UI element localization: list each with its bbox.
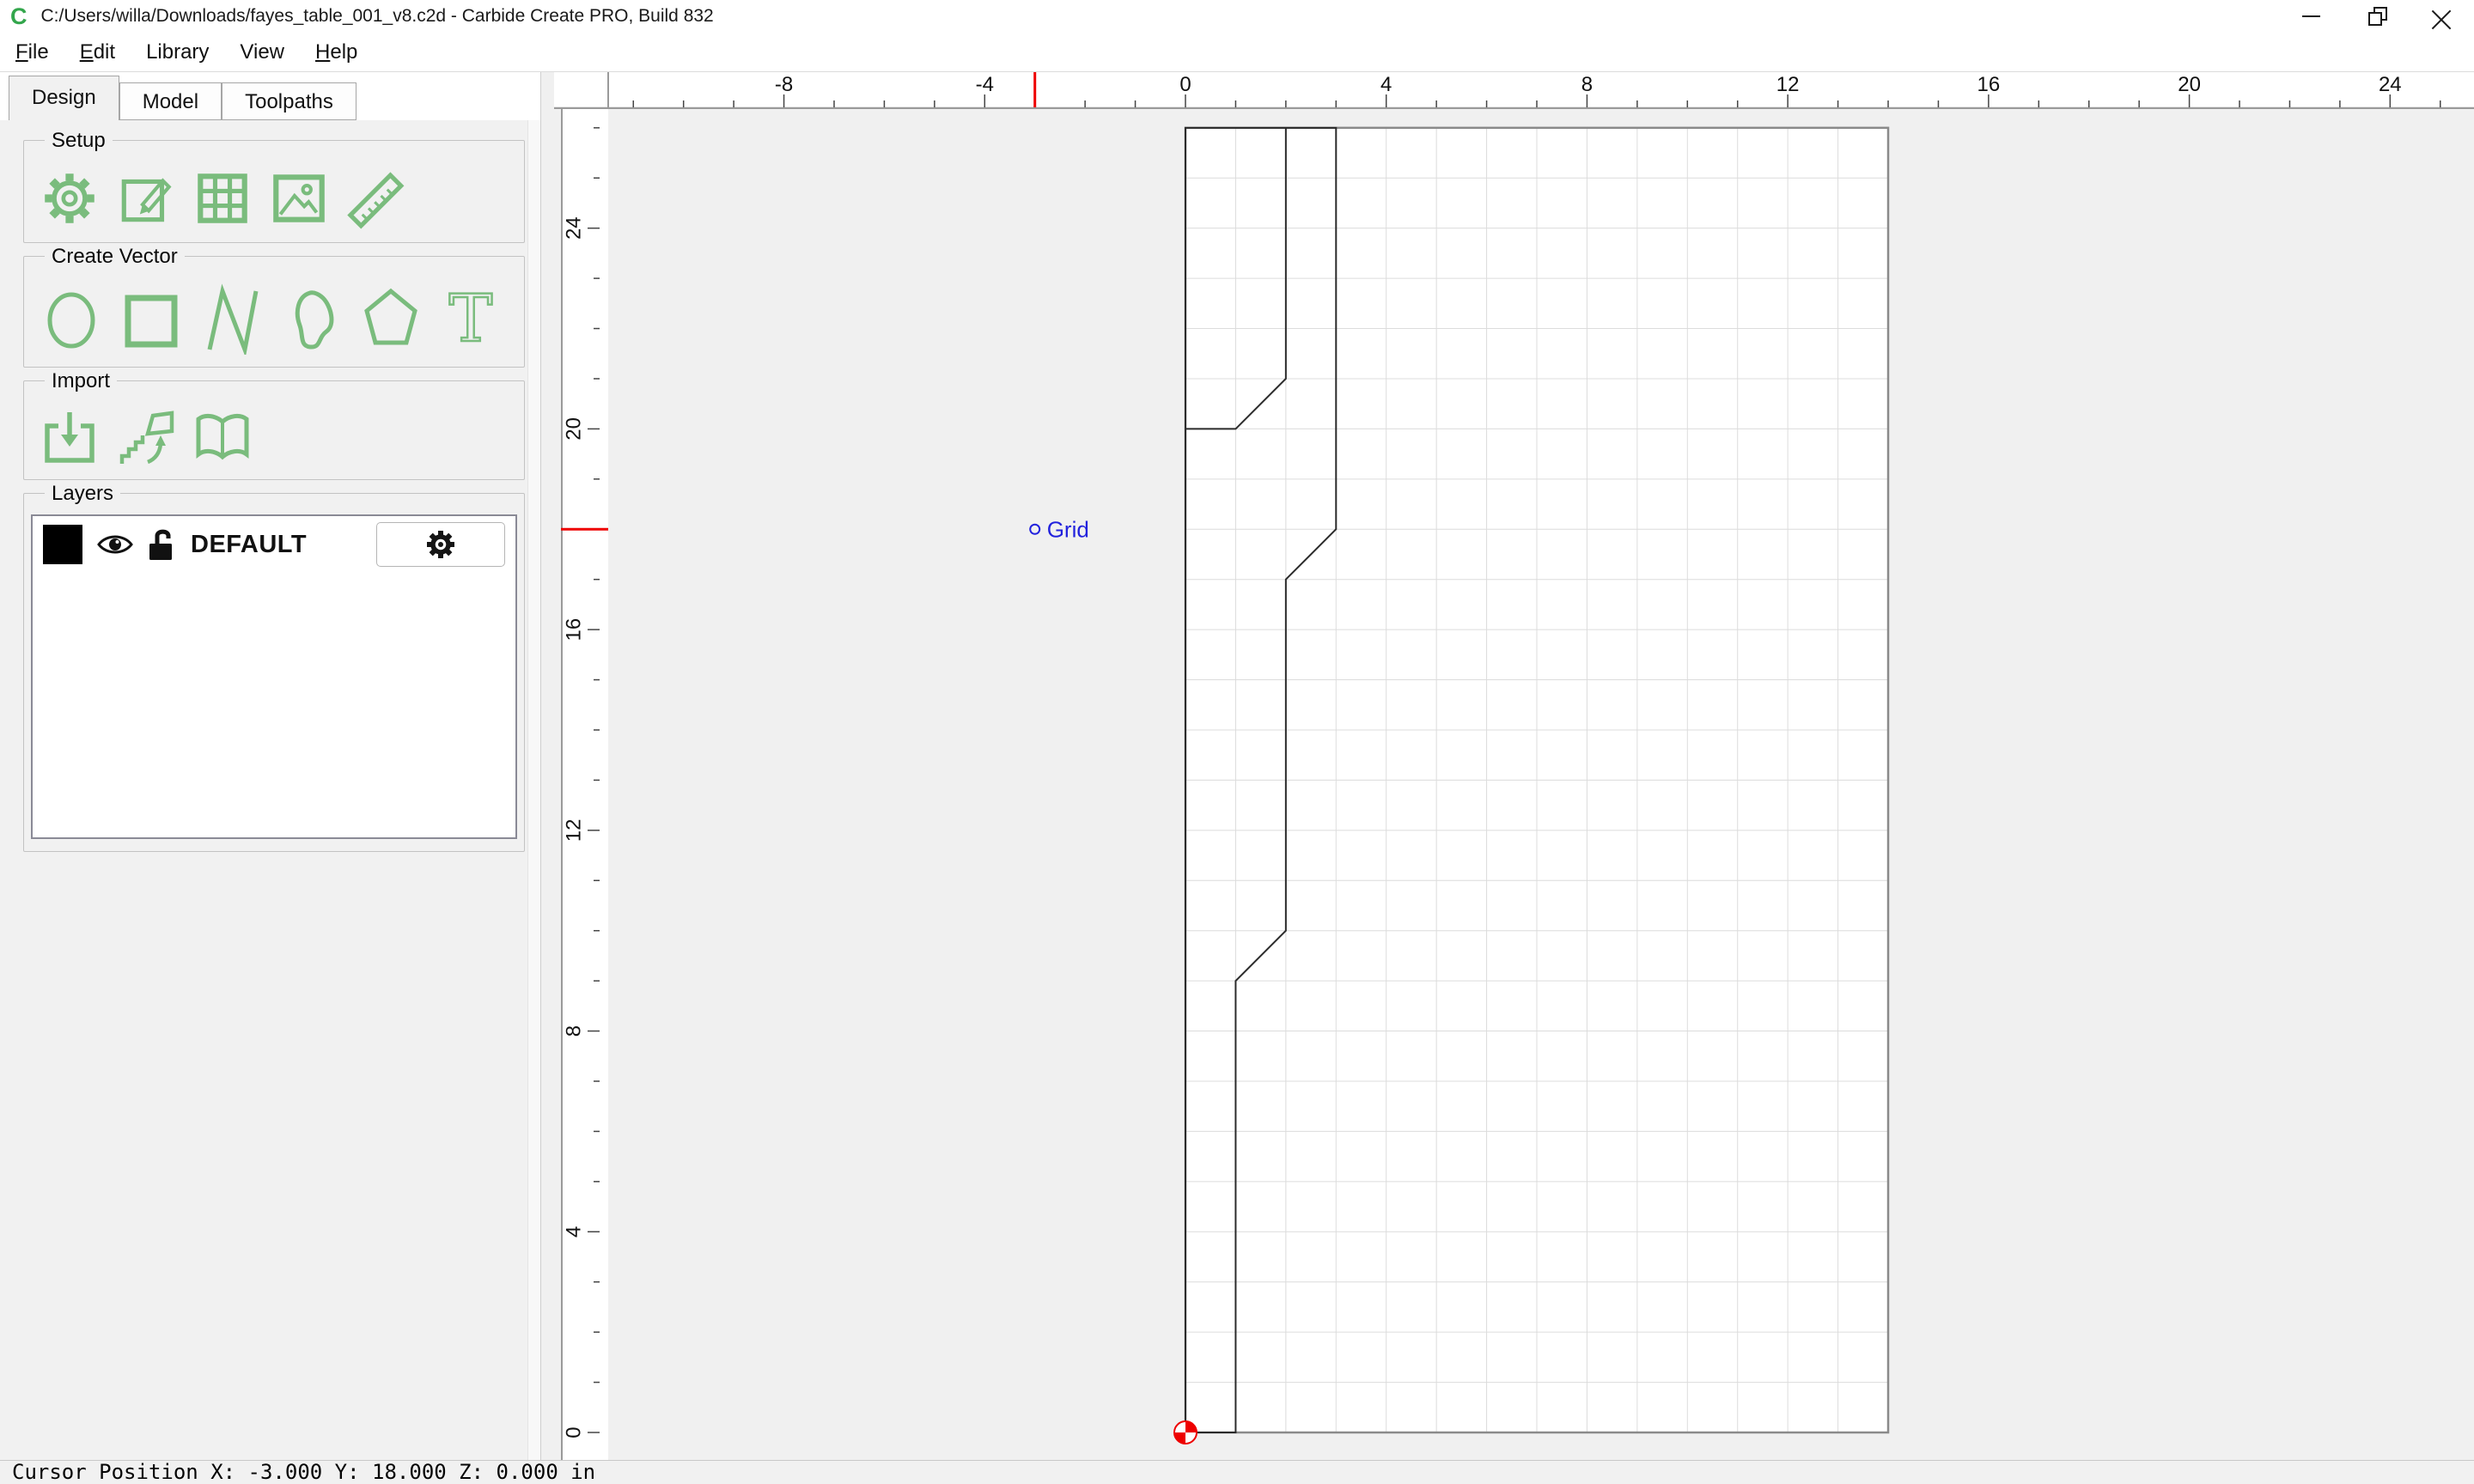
measure-button[interactable] xyxy=(344,167,407,230)
close-button[interactable] xyxy=(2409,0,2474,33)
tab-model[interactable]: Model xyxy=(119,82,222,120)
status-bar: Cursor Position X: -3.000 Y: 18.000 Z: 0… xyxy=(0,1460,2474,1484)
tab-design[interactable]: Design xyxy=(9,76,119,120)
h-ruler-label: 8 xyxy=(1581,73,1593,96)
import-file-button[interactable] xyxy=(38,407,101,467)
cursor-position-readout: Cursor Position X: -3.000 Y: 18.000 Z: 0… xyxy=(12,1460,595,1484)
h-ruler-cursor-marker xyxy=(1033,72,1036,107)
image-icon xyxy=(267,167,331,230)
v-ruler-svg: 0 4 8 12 16 20 24 xyxy=(561,109,608,1460)
setup-group: Setup xyxy=(23,140,525,243)
menu-library[interactable]: Library xyxy=(146,40,209,64)
create-curve-button[interactable] xyxy=(277,283,344,355)
create-vector-group: Create Vector T xyxy=(23,256,525,368)
snap-grid-label: Grid xyxy=(1047,516,1089,542)
layers-group-title: Layers xyxy=(45,482,120,506)
trace-image-button[interactable] xyxy=(114,407,178,467)
book-icon xyxy=(191,407,254,467)
v-ruler-cursor-marker xyxy=(561,528,608,531)
create-text-button[interactable]: T xyxy=(437,283,504,355)
minimize-button[interactable] xyxy=(2278,0,2343,33)
import-icon xyxy=(38,407,101,467)
window-title: C:/Users/willa/Downloads/fayes_table_001… xyxy=(41,6,714,27)
v-ruler-label: 0 xyxy=(562,1426,585,1438)
h-ruler-label: 4 xyxy=(1380,73,1392,96)
v-ruler-label: 24 xyxy=(562,216,585,240)
menu-edit[interactable]: Edit xyxy=(80,40,115,64)
polyline-icon xyxy=(198,283,265,355)
create-rectangle-button[interactable] xyxy=(118,283,185,355)
v-ruler-label: 8 xyxy=(562,1025,585,1037)
polygon-icon xyxy=(357,283,424,355)
content: DesignModelToolpaths Setup Create Vector… xyxy=(0,72,2474,1460)
design-canvas[interactable]: Grid xyxy=(608,109,2474,1460)
layer-settings-button[interactable] xyxy=(376,522,505,567)
edit-drawing-button[interactable] xyxy=(114,167,178,230)
h-ruler-label: 16 xyxy=(1977,73,2001,96)
svg-text:T: T xyxy=(449,283,493,355)
gear-icon xyxy=(38,167,101,230)
vertical-ruler: 0 4 8 12 16 20 24 xyxy=(561,109,608,1460)
layer-list[interactable]: DEFAULT xyxy=(31,514,517,839)
menu-file[interactable]: File xyxy=(15,40,49,64)
canvas-svg: Grid xyxy=(608,109,2474,1460)
background-image-button[interactable] xyxy=(267,167,331,230)
h-ruler-label: 24 xyxy=(2379,73,2402,96)
tab-toolpaths[interactable]: Toolpaths xyxy=(222,82,356,120)
design-library-button[interactable] xyxy=(191,407,254,467)
snap-indicator: Grid xyxy=(1030,516,1089,542)
snap-point-icon xyxy=(1030,525,1039,534)
h-ruler-label: 12 xyxy=(1776,73,1800,96)
layers-group: Layers DEFAULT xyxy=(23,493,525,852)
trace-icon xyxy=(114,407,178,467)
edit-document-icon xyxy=(114,167,178,230)
v-ruler-label: 4 xyxy=(562,1226,585,1238)
create-polygon-button[interactable] xyxy=(357,283,424,355)
h-ruler-label: -8 xyxy=(775,73,793,96)
job-setup-button[interactable] xyxy=(38,167,101,230)
h-ruler-label: 20 xyxy=(2178,73,2201,96)
restore-button[interactable] xyxy=(2343,0,2409,33)
grid-settings-button[interactable] xyxy=(191,167,254,230)
h-ruler-svg: -8 -4 0 4 8 12 16 20 24 xyxy=(554,72,2474,109)
horizontal-ruler: -8 -4 0 4 8 12 16 20 24 xyxy=(554,72,2474,109)
create-vector-group-title: Create Vector xyxy=(45,245,185,269)
layer-row[interactable]: DEFAULT xyxy=(38,520,510,569)
tab-strip: DesignModelToolpaths xyxy=(0,72,540,120)
text-icon: T xyxy=(437,283,504,355)
minimize-icon xyxy=(2302,15,2320,17)
layer-color-swatch[interactable] xyxy=(43,525,82,564)
h-ruler-label: -4 xyxy=(976,73,994,96)
canvas-viewport: -8 -4 0 4 8 12 16 20 24 0 4 8 12 16 20 24 Grid xyxy=(541,72,2474,1460)
import-group-title: Import xyxy=(45,369,117,393)
menu-bar: File Edit Library View Help xyxy=(0,33,2474,72)
title-bar: C C:/Users/willa/Downloads/fayes_table_0… xyxy=(0,0,2474,33)
restore-icon xyxy=(2370,10,2383,23)
layer-name: DEFAULT xyxy=(191,531,307,559)
circle-icon xyxy=(38,283,105,355)
setup-group-title: Setup xyxy=(45,129,113,153)
h-ruler-label: 0 xyxy=(1179,73,1191,96)
panel-scrollbar[interactable] xyxy=(527,120,540,1460)
origin-marker[interactable] xyxy=(1174,1421,1197,1444)
layer-gear-icon xyxy=(426,530,455,559)
v-ruler-label: 20 xyxy=(562,417,585,441)
v-ruler-label: 12 xyxy=(562,818,585,842)
app-logo-icon: C xyxy=(10,0,27,33)
create-polyline-button[interactable] xyxy=(198,283,265,355)
ruler-icon xyxy=(344,167,407,230)
menu-view[interactable]: View xyxy=(240,40,284,64)
menu-help[interactable]: Help xyxy=(315,40,357,64)
create-circle-button[interactable] xyxy=(38,283,105,355)
close-icon xyxy=(2432,7,2451,26)
v-ruler-label: 16 xyxy=(562,618,585,642)
grid-icon xyxy=(191,167,254,230)
window-controls xyxy=(2278,0,2474,33)
curve-icon xyxy=(277,283,344,355)
unlocked-icon xyxy=(148,526,177,563)
visibility-eye-icon xyxy=(96,532,134,557)
rectangle-icon xyxy=(118,283,185,355)
left-panel: DesignModelToolpaths Setup Create Vector… xyxy=(0,72,541,1460)
import-group: Import xyxy=(23,380,525,480)
